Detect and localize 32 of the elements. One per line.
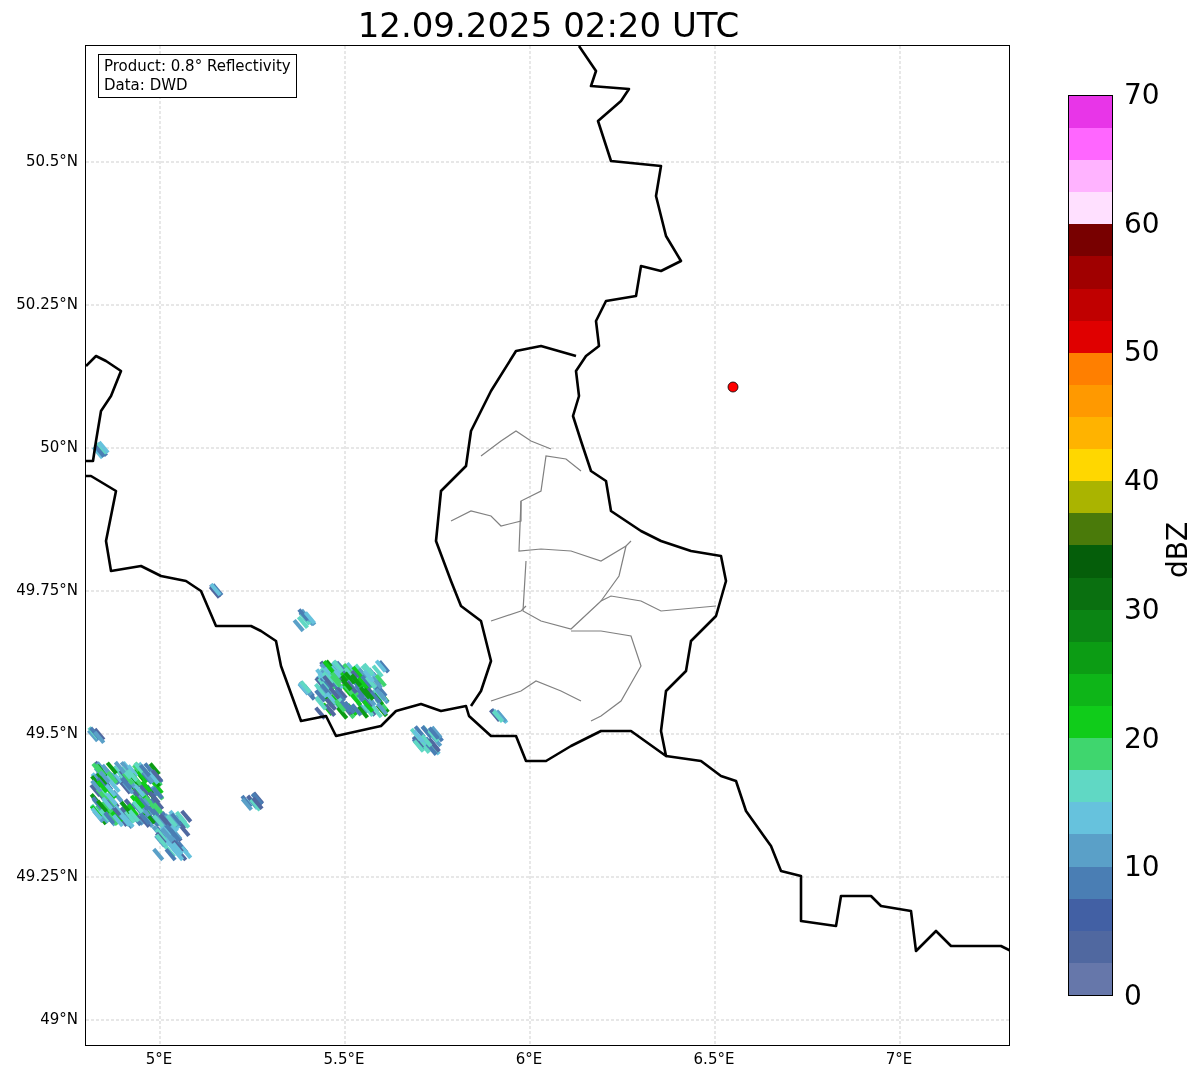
colorbar-tick-label: 0 — [1124, 980, 1142, 1012]
longitude-label: 7°E — [885, 1050, 913, 1068]
radar-echo — [208, 583, 224, 599]
radar-echo — [409, 725, 444, 756]
chart-title: 12.09.2025 02:20 UTC — [357, 4, 740, 46]
colorbar-tick-label: 20 — [1124, 722, 1160, 755]
latitude-label: 49.5°N — [25, 724, 78, 742]
radar-echo — [87, 726, 106, 744]
radar-echo — [292, 608, 317, 633]
colorbar-tick-label: 60 — [1124, 207, 1160, 240]
longitude-label: 5.5°E — [323, 1050, 365, 1068]
colorbar-tick-label: 70 — [1124, 79, 1160, 111]
colorbar-label: dBZ — [1160, 521, 1195, 579]
colorbar-tick-label: 30 — [1124, 593, 1160, 626]
latitude-label: 49.25°N — [16, 867, 78, 885]
latitude-label: 49.75°N — [16, 581, 78, 599]
info-text: Product: 0.8° Reflectivity — [104, 57, 291, 76]
longitude-label: 6.5°E — [693, 1050, 735, 1068]
latitude-label: 49°N — [40, 1010, 78, 1028]
colorbar-tick-label: 40 — [1124, 465, 1160, 498]
colorbar-tick-label: 10 — [1124, 851, 1160, 884]
latitude-label: 50.25°N — [16, 295, 78, 313]
location-marker — [727, 381, 739, 393]
radar-echo — [240, 791, 265, 812]
latitude-label: 50°N — [40, 438, 78, 456]
latitude-label: 50.5°N — [25, 152, 78, 170]
longitude-label: 6°E — [515, 1050, 543, 1068]
radar-echo — [91, 440, 110, 460]
info-text: Data: DWD — [104, 76, 189, 95]
colorbar-tick-label: 50 — [1124, 336, 1160, 369]
radar-echo — [489, 708, 509, 725]
longitude-label: 5°E — [145, 1050, 173, 1068]
